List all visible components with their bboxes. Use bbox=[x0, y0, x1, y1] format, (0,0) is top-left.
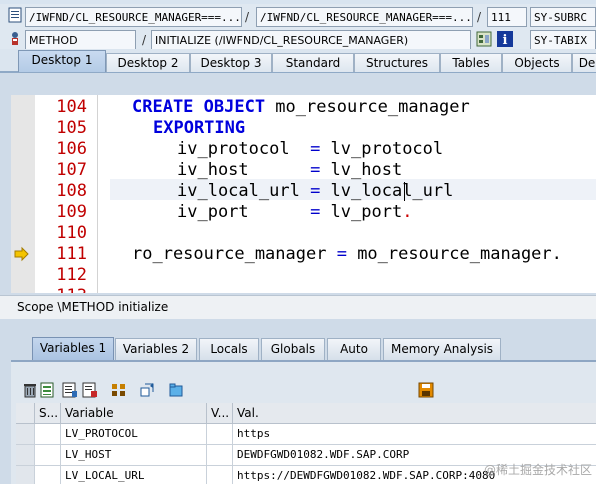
v-cell[interactable] bbox=[207, 466, 233, 484]
include-field[interactable]: /IWFND/CL_RESOURCE_MANAGER===... bbox=[256, 7, 473, 27]
tab-more[interactable]: De bbox=[572, 53, 596, 72]
debugger-icon[interactable] bbox=[7, 30, 23, 46]
code-line-107: iv_host = lv_host bbox=[177, 160, 403, 180]
struct-icon[interactable] bbox=[476, 31, 492, 47]
line-number: 105 bbox=[56, 118, 87, 138]
tab-auto[interactable]: Auto bbox=[327, 338, 381, 360]
folder-icon[interactable] bbox=[168, 382, 184, 398]
line-number: 109 bbox=[56, 202, 87, 222]
tab-globals[interactable]: Globals bbox=[261, 338, 325, 360]
sysfield-subrc[interactable]: SY-SUBRC bbox=[530, 7, 596, 27]
scope-label: Scope \METHOD initialize bbox=[0, 295, 596, 319]
column-header-status[interactable]: S... bbox=[35, 403, 61, 424]
move-icon[interactable] bbox=[111, 382, 127, 398]
tab-memory-analysis[interactable]: Memory Analysis bbox=[383, 338, 501, 360]
document-icon[interactable] bbox=[7, 7, 23, 23]
tab-variables-2[interactable]: Variables 2 bbox=[115, 338, 197, 360]
separator: / bbox=[142, 33, 147, 47]
event-type-field[interactable]: METHOD bbox=[25, 30, 136, 50]
code-line-108: iv_local_url = lv_local_url bbox=[177, 181, 454, 201]
line-field[interactable]: 111 bbox=[487, 7, 527, 27]
tab-standard[interactable]: Standard bbox=[272, 53, 354, 72]
line-number: 104 bbox=[56, 97, 87, 117]
source-code-editor[interactable]: 104 105 106 107 108 109 110 111 112 113 … bbox=[11, 95, 596, 293]
column-header-value[interactable]: Val. bbox=[233, 403, 596, 424]
text-cursor bbox=[404, 182, 405, 201]
row-selector[interactable] bbox=[16, 445, 35, 466]
variable-cell[interactable]: LV_PROTOCOL bbox=[61, 424, 207, 445]
code-line-109: iv_port = lv_port. bbox=[177, 202, 413, 222]
program-field[interactable]: /IWFND/CL_RESOURCE_MANAGER===... bbox=[25, 7, 242, 27]
separator: / bbox=[477, 10, 482, 24]
row-selector[interactable] bbox=[16, 424, 35, 445]
tab-locals[interactable]: Locals bbox=[199, 338, 259, 360]
separator: / bbox=[245, 10, 250, 24]
svg-text:i: i bbox=[503, 33, 508, 47]
line-number: 113 bbox=[39, 286, 87, 293]
value-cell[interactable]: https bbox=[233, 424, 596, 445]
tab-tables[interactable]: Tables bbox=[440, 53, 502, 72]
line-number: 108 bbox=[56, 181, 87, 201]
tab-variables-1[interactable]: Variables 1 bbox=[32, 337, 114, 361]
sysfield-tabix[interactable]: SY-TABIX bbox=[530, 30, 596, 50]
column-header-v[interactable]: V... bbox=[207, 403, 233, 424]
status-cell[interactable] bbox=[35, 445, 61, 466]
delete-icon[interactable] bbox=[22, 382, 38, 398]
transfer-icon[interactable] bbox=[139, 382, 155, 398]
tab-desktop-2[interactable]: Desktop 2 bbox=[106, 53, 190, 72]
code-line-105: EXPORTING bbox=[153, 118, 246, 138]
current-line-arrow-icon bbox=[14, 246, 30, 265]
line-number: 111 bbox=[56, 244, 87, 264]
row-selector-header[interactable] bbox=[16, 403, 35, 424]
watermark: @稀土掘金技术社区 bbox=[483, 463, 592, 477]
code-line-104: CREATE OBJECT mo_resource_manager bbox=[132, 97, 470, 117]
v-cell[interactable] bbox=[207, 445, 233, 466]
status-cell[interactable] bbox=[35, 466, 61, 484]
line-number: 112 bbox=[56, 265, 87, 285]
line-number: 107 bbox=[56, 160, 87, 180]
line-number: 106 bbox=[56, 139, 87, 159]
remove-row-icon[interactable] bbox=[82, 382, 98, 398]
status-cell[interactable] bbox=[35, 424, 61, 445]
list-icon[interactable] bbox=[62, 382, 78, 398]
code-line-106: iv_protocol = lv_protocol bbox=[177, 139, 444, 159]
tab-desktop-3[interactable]: Desktop 3 bbox=[190, 53, 272, 72]
variable-cell[interactable]: LV_HOST bbox=[61, 445, 207, 466]
v-cell[interactable] bbox=[207, 424, 233, 445]
line-number: 110 bbox=[56, 223, 87, 243]
variable-cell[interactable]: LV_LOCAL_URL bbox=[61, 466, 207, 484]
desktop-tabstrip: Desktop 1 Desktop 2 Desktop 3 Standard S… bbox=[0, 49, 596, 73]
code-line-111: ro_resource_manager = mo_resource_manage… bbox=[132, 244, 562, 264]
column-header-variable[interactable]: Variable bbox=[61, 403, 207, 424]
save-icon[interactable] bbox=[418, 382, 434, 398]
insert-row-icon[interactable] bbox=[40, 382, 56, 398]
tab-structures[interactable]: Structures bbox=[354, 53, 440, 72]
tab-desktop-1[interactable]: Desktop 1 bbox=[18, 50, 106, 72]
tab-objects[interactable]: Objects bbox=[502, 53, 572, 72]
event-field[interactable]: INITIALIZE (/IWFND/CL_RESOURCE_MANAGER) bbox=[151, 30, 471, 50]
info-icon[interactable]: i bbox=[497, 31, 513, 48]
row-selector[interactable] bbox=[16, 466, 35, 484]
